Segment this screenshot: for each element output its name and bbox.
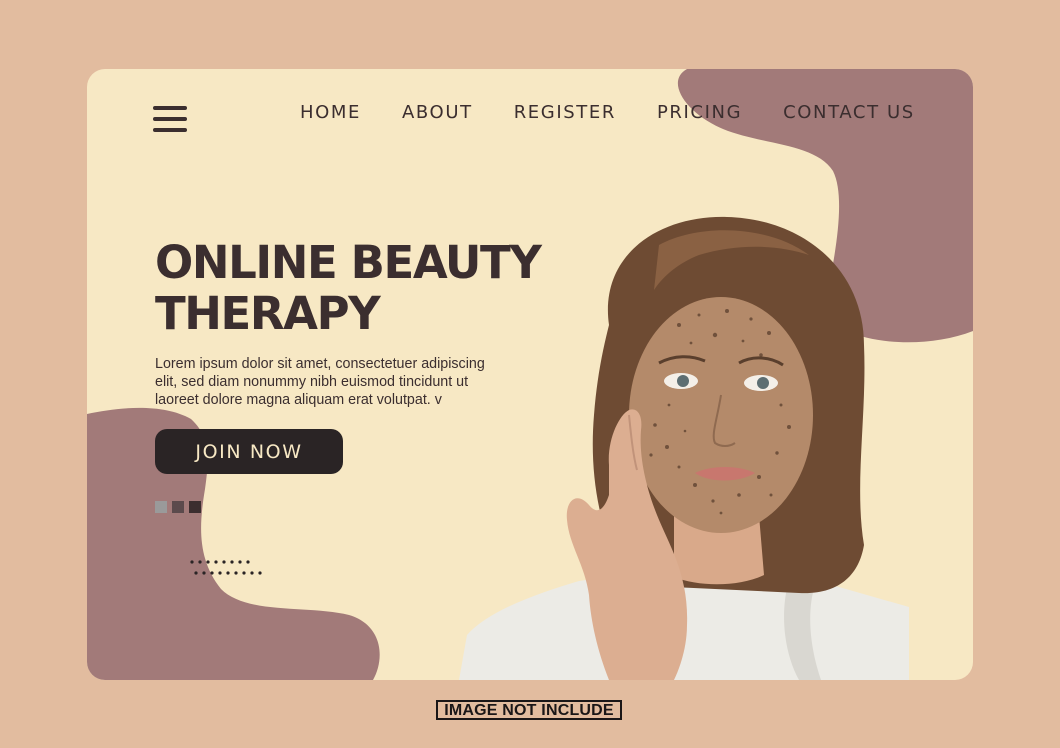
join-now-button[interactable]: JOIN NOW [155,429,343,474]
hero-description: Lorem ipsum dolor sit amet, consectetuer… [155,356,485,408]
nav-about[interactable]: ABOUT [402,102,473,124]
model-photo [459,216,909,680]
slider-dot[interactable] [189,501,201,513]
nav-register[interactable]: REGISTER [514,102,616,124]
menu-bar [153,106,187,110]
image-not-include-label: IMAGE NOT INCLUDE [436,700,622,720]
menu-bar [153,128,187,132]
landing-card: HOME ABOUT REGISTER PRICING CONTACT US O… [87,69,973,680]
nav-contact-us[interactable]: CONTACT US [783,102,915,124]
nav-pricing[interactable]: PRICING [657,102,742,124]
nav-home[interactable]: HOME [300,102,361,124]
slider-indicator [155,501,201,513]
menu-bar [153,117,187,121]
slider-dot[interactable] [155,501,167,513]
slider-dot[interactable] [172,501,184,513]
hamburger-menu-icon[interactable] [153,106,187,132]
decorative-dot-pattern [190,560,262,575]
top-navigation: HOME ABOUT REGISTER PRICING CONTACT US [300,102,915,124]
face [629,297,813,533]
